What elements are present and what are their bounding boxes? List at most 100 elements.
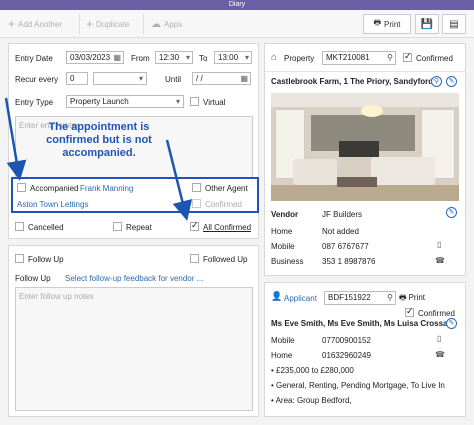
applicant-ref-field[interactable]: BDF151922 ⚲ — [324, 291, 396, 305]
entry-date-field[interactable]: 03/03/2023 ▦ — [66, 51, 124, 64]
virtual-checkbox[interactable] — [190, 97, 199, 106]
vendor-name: JF Builders — [322, 210, 363, 219]
chevron-down-icon: ▾ — [244, 53, 249, 62]
vendor-mobile-value: 087 6767677 — [322, 242, 369, 251]
search-icon[interactable]: ⚲ — [387, 292, 393, 303]
property-panel: ⌂ Property MKT210081 ⚲ Confirmed Castleb… — [264, 43, 466, 276]
recur-every-label: Recur every — [15, 75, 59, 84]
applicant-print-button[interactable]: 🖶 Print — [399, 291, 429, 305]
edit-property-icon[interactable]: ✎ — [446, 76, 457, 87]
vendor-home-label: Home — [271, 227, 293, 236]
until-date-field[interactable]: / / ▦ — [192, 72, 251, 85]
divider — [265, 71, 465, 72]
cancelled-label: Cancelled — [28, 223, 64, 232]
applicant-home-value: 01632960249 — [322, 351, 371, 360]
applicant-panel: 👤 Applicant BDF151922 ⚲ 🖶 Print Confirme… — [264, 282, 466, 417]
chevron-down-icon: ▾ — [138, 74, 143, 83]
applicant-area: • Area: Group Bedford, — [271, 396, 352, 405]
applicant-requirements: • General, Renting, Pending Mortgage, To… — [271, 381, 445, 390]
property-confirmed-checkbox[interactable] — [403, 51, 412, 62]
house-icon: ⌂ — [271, 52, 278, 63]
applicant-name: Ms Eve Smith, Ms Eve Smith, Ms Luisa Cro… — [271, 319, 453, 328]
calendar-icon[interactable]: ▦ — [240, 73, 248, 84]
follow-up-checkbox[interactable] — [15, 254, 24, 263]
recur-unit-select[interactable]: ▾ — [93, 72, 147, 85]
from-label: From — [131, 54, 150, 63]
vendor-label: Vendor — [271, 210, 299, 219]
view-property-icon[interactable]: ⚲ — [431, 76, 442, 87]
add-another-button[interactable]: + Add Another — [8, 16, 62, 32]
save-icon: 💾 — [420, 18, 434, 30]
to-time-field[interactable]: 13:00 ▾ — [214, 51, 252, 64]
other-agent-label: Other Agent — [205, 184, 248, 193]
cancelled-checkbox[interactable] — [15, 222, 24, 231]
vendor-business-label: Business — [271, 257, 304, 266]
save-button[interactable]: 💾 — [415, 14, 439, 34]
printer-icon: 🖶 — [373, 18, 382, 27]
followed-up-checkbox[interactable] — [190, 254, 199, 263]
chevron-down-icon: ▾ — [175, 97, 180, 106]
accompanied-section: Accompanied Frank Manning Other Agent As… — [11, 177, 259, 213]
applicant-confirmed-checkbox[interactable] — [405, 306, 414, 317]
search-icon[interactable]: ⚲ — [387, 52, 393, 63]
apps-icon: ☁ — [151, 18, 161, 30]
follow-up-field-label: Follow Up — [15, 274, 51, 283]
entry-type-select[interactable]: Property Launch ▾ — [66, 95, 184, 108]
print-button[interactable]: 🖶 Print — [363, 14, 411, 34]
follow-up-notes-textarea[interactable]: Enter follow up notes — [15, 287, 253, 411]
to-label: To — [199, 54, 208, 63]
accompanied-by-link[interactable]: Frank Manning — [80, 184, 133, 193]
applicant-mobile-label: Mobile — [271, 336, 295, 345]
applicant-home-label: Home — [271, 351, 293, 360]
recur-value-field[interactable]: 0 — [66, 72, 88, 85]
entry-type-label: Entry Type — [15, 98, 54, 107]
applicant-confirmed-label: Confirmed — [418, 309, 455, 318]
duplicate-button[interactable]: + Duplicate — [86, 16, 129, 32]
more-button[interactable]: ▤ — [442, 14, 466, 34]
apps-button[interactable]: ☁ Apps — [151, 16, 182, 32]
accompanied-label: Accompanied — [30, 184, 79, 193]
property-ref-field[interactable]: MKT210081 ⚲ — [322, 51, 396, 65]
vendor-home-value: Not added — [322, 227, 359, 236]
company-link[interactable]: Aston Town Lettings — [17, 200, 88, 209]
until-label: Until — [165, 75, 182, 84]
phone-icon[interactable]: ☎ — [435, 350, 445, 359]
confirmed-checkbox[interactable] — [192, 199, 201, 208]
property-photo — [271, 93, 459, 201]
virtual-label: Virtual — [203, 98, 226, 107]
accompanied-checkbox[interactable] — [17, 183, 26, 192]
plus-icon: + — [86, 17, 94, 31]
annotation-callout: The appointment is confirmed but is not … — [46, 121, 152, 159]
toolbar: + Add Another + Duplicate ☁ Apps 🖶 Print… — [0, 10, 474, 38]
edit-vendor-icon[interactable]: ✎ — [446, 207, 457, 218]
from-time-field[interactable]: 12:30 ▾ — [155, 51, 193, 64]
vendor-mobile-label: Mobile — [271, 242, 295, 251]
entry-date-label: Entry Date — [15, 54, 53, 63]
applicant-price-range: • £235,000 to £280,000 — [271, 366, 354, 375]
applicant-label[interactable]: Applicant — [284, 294, 317, 303]
toolbar-divider — [79, 14, 80, 34]
followed-up-label: Followed Up — [203, 255, 248, 264]
mobile-phone-icon[interactable]: ▯ — [437, 240, 441, 249]
calendar-icon[interactable]: ▦ — [113, 52, 121, 63]
mobile-phone-icon[interactable]: ▯ — [437, 334, 441, 343]
other-agent-checkbox[interactable] — [192, 183, 201, 192]
person-icon: 👤 — [271, 291, 283, 301]
printer-icon: 🖶 — [399, 293, 407, 302]
window-title: Diary — [0, 0, 474, 10]
property-address: Castlebrook Farm, 1 The Priory, Sandyfor… — [271, 77, 434, 86]
property-label: Property — [284, 54, 315, 63]
all-confirmed-checkbox[interactable] — [190, 220, 199, 231]
chevron-down-icon: ▾ — [185, 53, 190, 62]
repeat-checkbox[interactable] — [113, 222, 122, 231]
confirmed-label: Confirmed — [205, 200, 242, 209]
edit-applicant-icon[interactable]: ✎ — [446, 318, 457, 329]
phone-icon[interactable]: ☎ — [435, 256, 445, 265]
feedback-link[interactable]: Select follow-up feedback for vendor ... — [65, 274, 203, 283]
all-confirmed-label: All Confirmed — [203, 223, 252, 232]
toolbar-divider — [143, 14, 144, 34]
vendor-business-value: 353 1 8987876 — [322, 257, 376, 266]
applicant-mobile-value: 07700900152 — [322, 336, 371, 345]
plus-icon: + — [8, 17, 16, 31]
layout-icon: ▤ — [449, 18, 459, 30]
